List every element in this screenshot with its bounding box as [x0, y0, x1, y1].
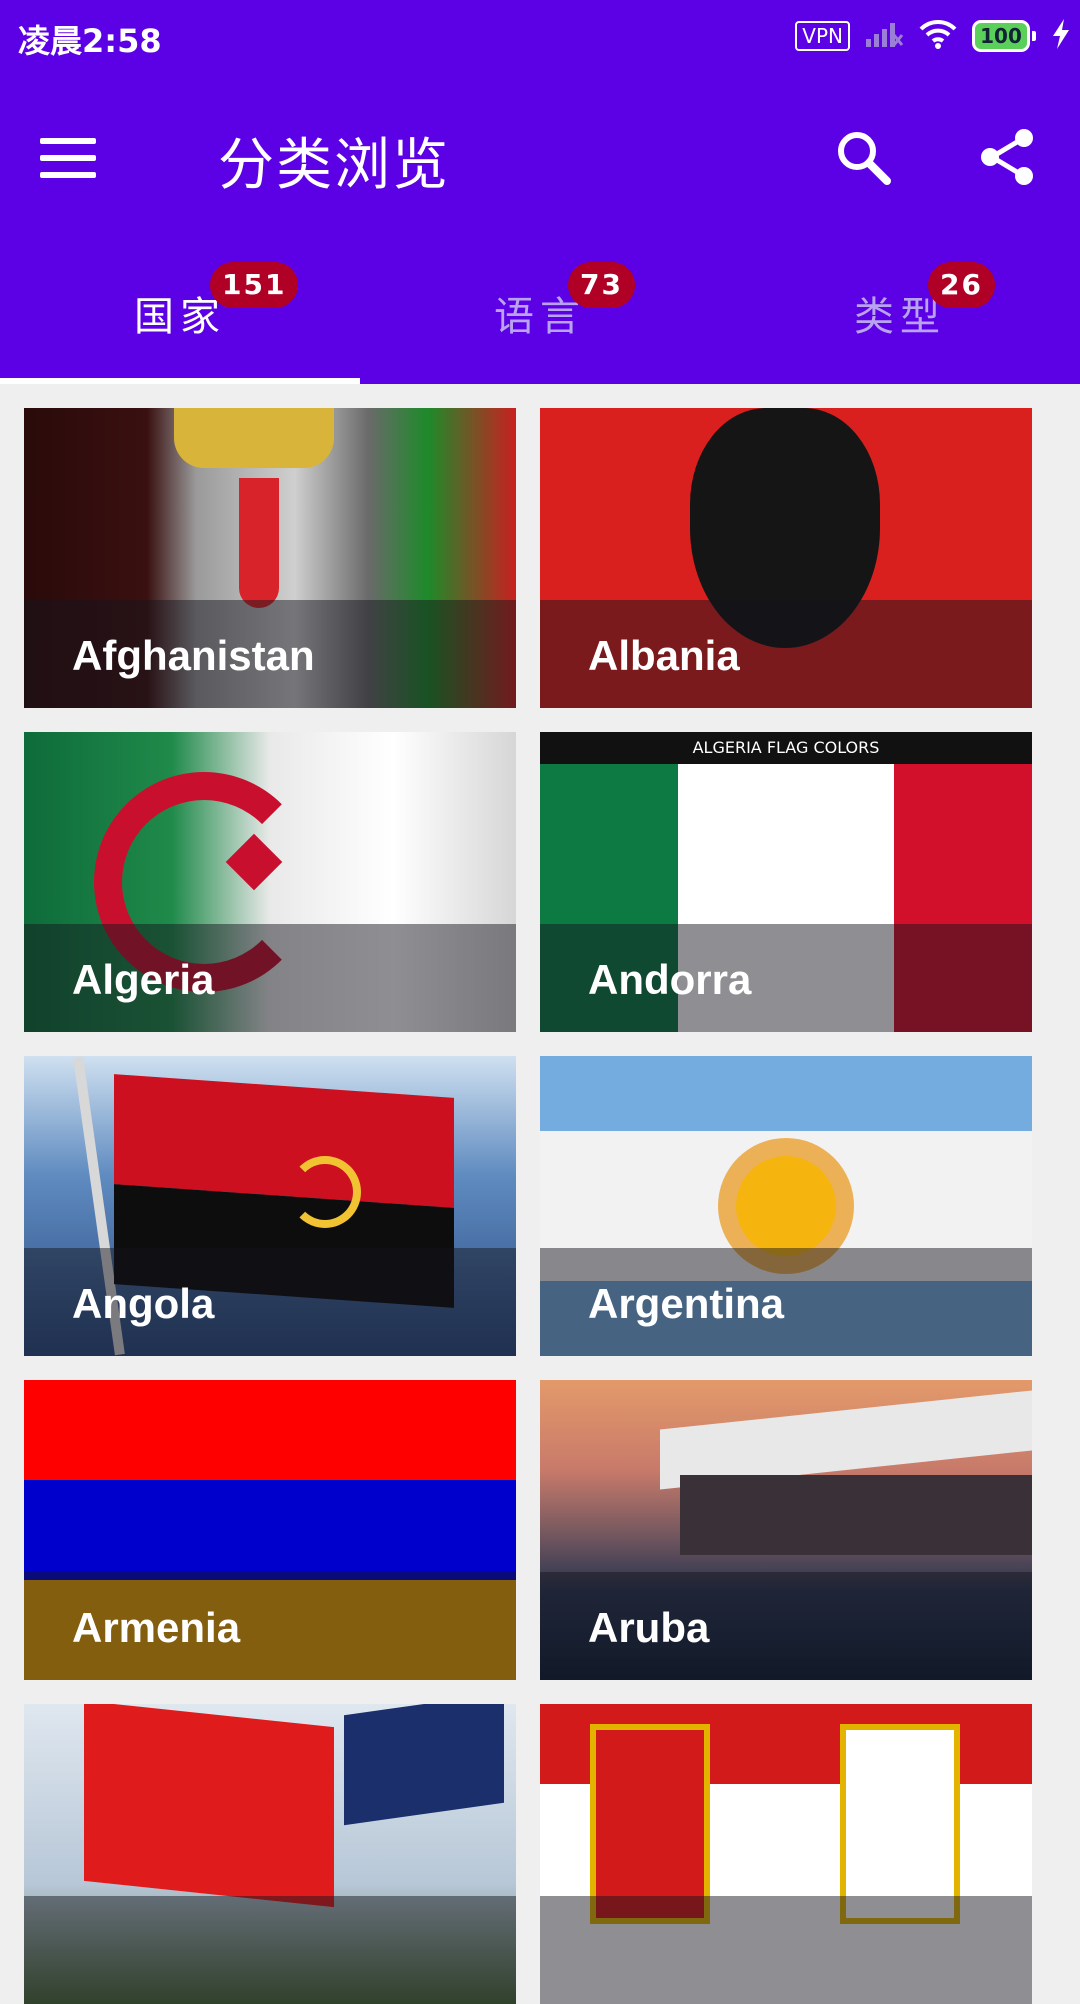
search-button[interactable]	[818, 112, 908, 202]
page-title: 分类浏览	[218, 133, 450, 198]
country-card-afghanistan[interactable]: Afghanistan	[24, 408, 516, 708]
tab-country[interactable]: 国家 151	[0, 242, 360, 384]
search-icon	[838, 132, 891, 185]
battery-level: 100	[972, 20, 1030, 52]
menu-button[interactable]	[40, 124, 124, 192]
tab-country-count-badge: 151	[210, 262, 299, 308]
card-name: Argentina	[588, 1280, 785, 1327]
tab-type[interactable]: 类型 26	[720, 242, 1080, 384]
card-name: Algeria	[72, 956, 215, 1003]
tab-language-label: 语言	[494, 294, 586, 340]
card-name: Afghanistan	[72, 632, 315, 679]
country-card-armenia[interactable]: Armenia	[24, 1380, 516, 1680]
country-card-argentina[interactable]: Argentina	[540, 1056, 1032, 1356]
image-caption: ALGERIA FLAG COLORS	[540, 732, 1032, 764]
card-name: Albania	[588, 632, 740, 679]
vpn-icon: VPN	[795, 21, 850, 51]
battery-icon: 100	[972, 20, 1036, 52]
status-icons: VPN 100	[795, 16, 1072, 56]
country-card-algeria[interactable]: Algeria	[24, 732, 516, 1032]
signal-icon	[864, 19, 904, 53]
status-bar: 凌晨2:58 VPN 100	[0, 0, 1080, 72]
app-bar: 凌晨2:58 VPN 100 分类浏览 国家 151 语言 73 类型 26	[0, 0, 1080, 384]
country-card-angola[interactable]: Angola	[24, 1056, 516, 1356]
charging-icon	[1050, 18, 1072, 54]
card-name: Andorra	[588, 956, 752, 1003]
toolbar: 分类浏览	[0, 72, 1080, 242]
status-time: 凌晨2:58	[18, 22, 162, 60]
country-card-partial-2[interactable]	[540, 1704, 1032, 2004]
hamburger-icon	[40, 138, 96, 144]
share-button[interactable]	[962, 112, 1052, 202]
category-grid: Afghanistan Albania Algeria ALGERIA FLAG…	[24, 408, 1056, 2004]
country-card-andorra[interactable]: ALGERIA FLAG COLORS Andorra	[540, 732, 1032, 1032]
card-name: Aruba	[588, 1604, 710, 1651]
tab-language-count-badge: 73	[568, 262, 635, 308]
tab-language[interactable]: 语言 73	[360, 242, 720, 384]
tab-type-label: 类型	[854, 294, 946, 340]
tab-country-label: 国家	[134, 294, 226, 340]
share-icon	[981, 129, 1033, 185]
card-name: Armenia	[72, 1604, 241, 1651]
tab-bar: 国家 151 语言 73 类型 26	[0, 242, 1080, 384]
wifi-icon	[918, 18, 958, 54]
tab-indicator	[0, 378, 360, 384]
tab-type-count-badge: 26	[928, 262, 995, 308]
country-card-aruba[interactable]: Aruba	[540, 1380, 1032, 1680]
country-card-partial-1[interactable]	[24, 1704, 516, 2004]
card-name: Angola	[72, 1280, 215, 1327]
country-card-albania[interactable]: Albania	[540, 408, 1032, 708]
